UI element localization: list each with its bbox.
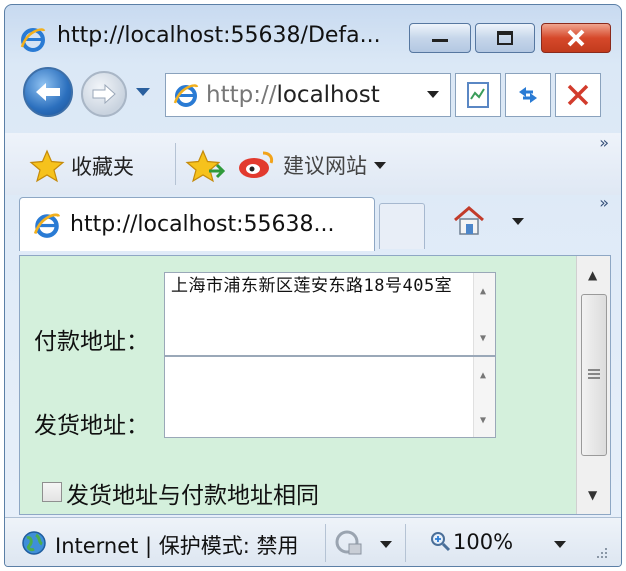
scroll-down-arrow-icon[interactable]: ▼ [588, 488, 597, 502]
status-separator [405, 524, 406, 562]
favorites-button[interactable]: 收藏夹 [29, 149, 134, 183]
ie-page-icon [173, 84, 199, 107]
ie-logo-icon [20, 28, 46, 52]
status-bar: Internet | 保护模式: 禁用 100% [5, 517, 621, 566]
same-address-label[interactable]: 发货地址与付款地址相同 [66, 476, 319, 510]
zoom-dropdown-icon[interactable] [553, 540, 567, 549]
weibo-icon [239, 151, 274, 178]
star-icon [29, 149, 65, 183]
minimize-icon [432, 39, 448, 42]
home-icon [454, 206, 484, 235]
favorites-label: 收藏夹 [71, 155, 134, 179]
arrow-right-icon [92, 83, 116, 105]
stop-button[interactable] [555, 73, 601, 117]
tab-bar: http://localhost:55638... » [5, 193, 621, 251]
new-tab-button[interactable] [379, 203, 425, 249]
add-favorite-star-icon [185, 149, 225, 183]
home-button[interactable] [451, 205, 487, 241]
stop-icon [567, 84, 589, 106]
compatibility-view-button[interactable] [455, 73, 501, 117]
browser-window: http://localhost:55638/Defa... http://lo… [4, 4, 622, 567]
close-icon [567, 29, 585, 47]
address-dropdown-icon[interactable] [426, 90, 440, 99]
refresh-button[interactable] [505, 73, 551, 117]
home-dropdown-icon[interactable] [511, 217, 525, 226]
scroll-up-arrow-icon[interactable]: ▲ [588, 268, 597, 282]
scroll-up-arrow-icon[interactable]: ▲ [480, 281, 487, 302]
suggested-sites-label: 建议网站 [283, 154, 367, 178]
shipping-address-label: 发货地址： [34, 413, 149, 439]
maximize-icon [497, 31, 513, 45]
billing-address-textarea[interactable]: 上海市浦东新区莲安东路18号405室 ▲ ▼ [164, 272, 496, 356]
chevron-down-icon [374, 161, 386, 169]
suggested-sites-button[interactable]: 建议网站 [237, 149, 387, 181]
same-address-checkbox[interactable] [42, 482, 62, 502]
window-title: http://localhost:55638/Defa... [57, 23, 381, 48]
scrollbar-thumb[interactable] [581, 294, 607, 456]
billing-address-label: 付款地址： [34, 329, 149, 355]
zoom-icon[interactable] [429, 530, 451, 552]
grip-icon [588, 369, 600, 379]
favorites-overflow-chevron-icon[interactable]: » [599, 133, 609, 152]
title-bar: http://localhost:55638/Defa... [5, 5, 621, 63]
shipping-address-textarea[interactable]: ▲ ▼ [164, 356, 496, 438]
compatibility-view-icon [467, 82, 489, 108]
scroll-down-arrow-icon[interactable]: ▼ [480, 410, 487, 431]
ie-page-icon [33, 213, 61, 238]
back-button[interactable] [23, 67, 73, 117]
command-bar-overflow-chevron-icon[interactable]: » [599, 193, 609, 212]
resize-grip-icon[interactable] [595, 546, 609, 560]
tab-label: http://localhost:55638... [70, 212, 335, 237]
billing-textarea-scrollbar[interactable]: ▲ ▼ [473, 273, 495, 355]
protected-mode-icon[interactable] [333, 528, 365, 558]
billing-address-value: 上海市浦东新区莲安东路18号405室 [171, 276, 453, 296]
favorites-bar: 收藏夹 建议网站 » [5, 133, 621, 195]
globe-icon [22, 531, 46, 555]
protected-mode-dropdown-icon[interactable] [379, 540, 393, 549]
page-content: 付款地址： 上海市浦东新区莲安东路18号405室 ▲ ▼ 发货地址： ▲ ▼ 发… [19, 255, 611, 515]
arrow-left-icon [36, 83, 60, 101]
minimize-button[interactable] [409, 23, 471, 53]
close-window-button[interactable] [541, 23, 611, 53]
zoom-level[interactable]: 100% [453, 530, 513, 554]
page-vertical-scrollbar[interactable]: ▲ ▼ [576, 256, 610, 514]
refresh-icon [519, 87, 537, 103]
status-separator [325, 524, 326, 562]
status-zone-text: Internet | 保护模式: 禁用 [55, 534, 299, 558]
scroll-down-arrow-icon[interactable]: ▼ [480, 328, 487, 349]
favorites-separator [175, 143, 176, 185]
add-to-favorites-button[interactable] [185, 149, 225, 185]
maximize-button[interactable] [475, 23, 535, 53]
forward-button[interactable] [81, 71, 127, 117]
shipping-textarea-scrollbar[interactable]: ▲ ▼ [473, 357, 495, 437]
address-url[interactable]: http://localhost [206, 82, 380, 108]
address-bar[interactable]: http://localhost [165, 73, 451, 117]
recent-pages-dropdown-icon[interactable] [135, 87, 151, 97]
scroll-up-arrow-icon[interactable]: ▲ [480, 365, 487, 386]
tab-current-page[interactable]: http://localhost:55638... [19, 197, 375, 251]
